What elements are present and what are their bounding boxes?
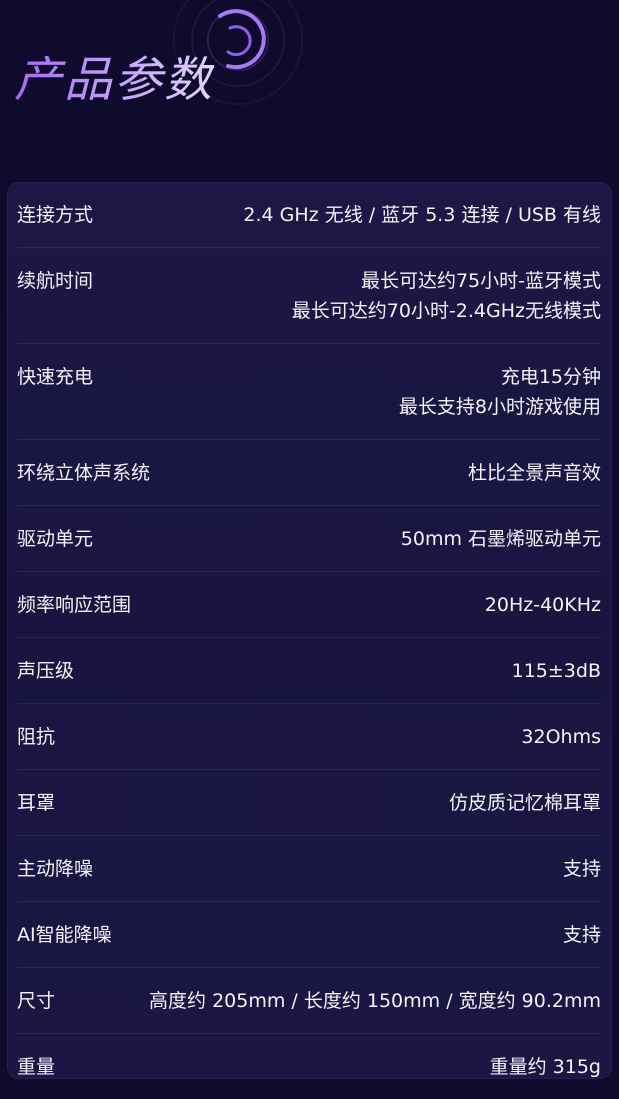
spec-value-line: 最长可达约75小时-蓝牙模式 <box>360 270 601 292</box>
spec-value-line: 20Hz-40KHz <box>484 594 601 616</box>
spec-value-line: 支持 <box>562 924 601 946</box>
spec-row-weight: 重量 重量约 315g <box>17 1034 601 1099</box>
spec-label: 连接方式 <box>17 204 94 226</box>
spec-value: 20Hz-40KHz <box>485 593 601 617</box>
spec-value-line: 2.4 GHz 无线 / 蓝牙 5.3 连接 / USB 有线 <box>243 204 601 226</box>
spec-value: 115±3dB <box>512 659 601 683</box>
spec-label: 耳罩 <box>17 792 56 814</box>
spec-value: 杜比全景声音效 <box>468 461 601 485</box>
spec-row-surround-sound: 环绕立体声系统 杜比全景声音效 <box>17 440 601 506</box>
spec-value-line: 重量约 315g <box>489 1056 601 1078</box>
spec-value: 高度约 205mm / 长度约 150mm / 宽度约 90.2mm <box>149 989 601 1013</box>
spec-value-line: 充电15分钟 <box>500 366 601 388</box>
spec-value: 仿皮质记忆棉耳罩 <box>449 791 601 815</box>
spec-label: 重量 <box>17 1056 56 1078</box>
spec-row-dimensions: 尺寸 高度约 205mm / 长度约 150mm / 宽度约 90.2mm <box>17 968 601 1034</box>
spec-row-battery-life: 续航时间 最长可达约75小时-蓝牙模式 最长可达约70小时-2.4GHz无线模式 <box>17 248 601 344</box>
spec-row-anc: 主动降噪 支持 <box>17 836 601 902</box>
spec-value: 支持 <box>563 857 601 881</box>
spec-value-line: 杜比全景声音效 <box>467 462 601 484</box>
spec-row-connection: 连接方式 2.4 GHz 无线 / 蓝牙 5.3 连接 / USB 有线 <box>17 182 601 248</box>
spec-value-line: 32Ohms <box>521 726 601 748</box>
spec-value: 充电15分钟 最长支持8小时游戏使用 <box>399 365 601 419</box>
spec-label: 环绕立体声系统 <box>17 462 151 484</box>
spec-label: 续航时间 <box>17 270 94 292</box>
spec-row-sound-pressure: 声压级 115±3dB <box>17 638 601 704</box>
spec-label: 阻抗 <box>17 726 56 748</box>
spec-row-impedance: 阻抗 32Ohms <box>17 704 601 770</box>
page-title: 产品参数 <box>14 40 214 110</box>
spec-label: AI智能降噪 <box>17 924 112 946</box>
spec-label: 驱动单元 <box>17 528 94 550</box>
spec-value-line: 50mm 石墨烯驱动单元 <box>400 528 601 550</box>
spec-value: 32Ohms <box>521 725 601 749</box>
spec-value: 2.4 GHz 无线 / 蓝牙 5.3 连接 / USB 有线 <box>243 203 601 227</box>
spec-row-ai-noise-reduction: AI智能降噪 支持 <box>17 902 601 968</box>
spec-value-line: 115±3dB <box>511 660 601 682</box>
spec-label: 声压级 <box>17 660 75 682</box>
spec-value: 重量约 315g <box>490 1055 601 1079</box>
spec-value: 支持 <box>563 923 601 947</box>
spec-table: 连接方式 2.4 GHz 无线 / 蓝牙 5.3 连接 / USB 有线 续航时… <box>7 182 612 1079</box>
spec-row-fast-charge: 快速充电 充电15分钟 最长支持8小时游戏使用 <box>17 344 601 440</box>
spec-value: 50mm 石墨烯驱动单元 <box>401 527 601 551</box>
spec-value: 最长可达约75小时-蓝牙模式 最长可达约70小时-2.4GHz无线模式 <box>292 269 601 323</box>
spec-value-line: 最长可达约70小时-2.4GHz无线模式 <box>291 300 601 322</box>
spec-label: 频率响应范围 <box>17 594 132 616</box>
spec-value-line: 支持 <box>562 858 601 880</box>
spec-value-line: 最长支持8小时游戏使用 <box>398 396 601 418</box>
spec-row-frequency-response: 频率响应范围 20Hz-40KHz <box>17 572 601 638</box>
spec-label: 主动降噪 <box>17 858 94 880</box>
spec-row-ear-cushion: 耳罩 仿皮质记忆棉耳罩 <box>17 770 601 836</box>
spec-label: 尺寸 <box>17 990 56 1012</box>
spec-label: 快速充电 <box>17 366 94 388</box>
spec-value-line: 仿皮质记忆棉耳罩 <box>448 792 601 814</box>
spec-row-driver: 驱动单元 50mm 石墨烯驱动单元 <box>17 506 601 572</box>
spec-value-line: 高度约 205mm / 长度约 150mm / 宽度约 90.2mm <box>149 990 601 1012</box>
